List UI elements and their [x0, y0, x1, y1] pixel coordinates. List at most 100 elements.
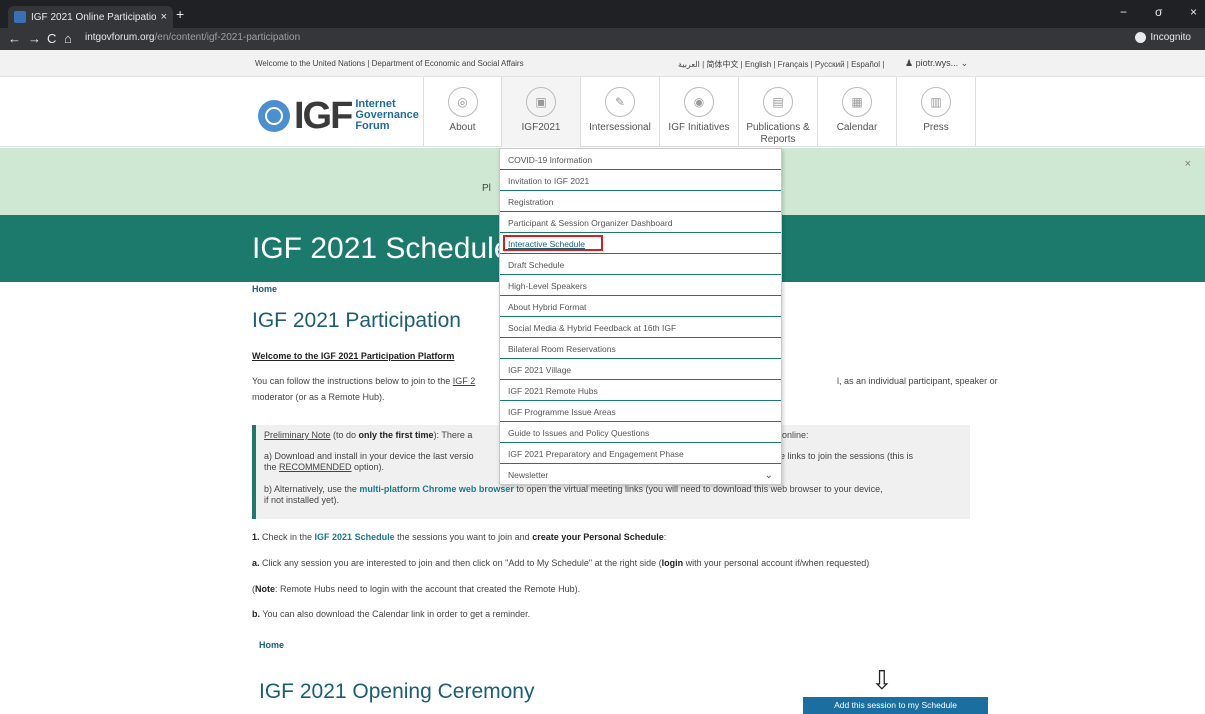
- dropdown-item-invitation[interactable]: Invitation to IGF 2021: [500, 170, 781, 191]
- main-menu: ◎ About ▣ IGF2021 ✎ Intersessional ◉ IGF Ini…: [423, 77, 976, 147]
- login-text: login: [661, 558, 684, 568]
- browser-tab-bar: IGF 2021 Online Participation | In × + −…: [0, 0, 1205, 28]
- dropdown-item-issue-areas[interactable]: IGF Programme Issue Areas: [500, 401, 781, 422]
- intersessional-icon: ✎: [605, 87, 635, 117]
- step-b: b. You can also download the Calendar li…: [252, 609, 530, 619]
- back-icon[interactable]: ←: [8, 31, 21, 46]
- maximize-icon[interactable]: σ: [1155, 5, 1162, 19]
- publications-icon: ▤: [763, 87, 793, 117]
- schedule-link[interactable]: IGF 2021 Schedule: [315, 532, 395, 542]
- down-arrow-icon: ⇩: [871, 665, 893, 695]
- tab-close-icon[interactable]: ×: [161, 11, 167, 23]
- menu-label: Calendar: [836, 122, 878, 133]
- browser-tab[interactable]: IGF 2021 Online Participation | In ×: [8, 6, 173, 28]
- note-line-2: a) Download and install in your device t…: [264, 451, 474, 461]
- intro-line-1: You can follow the instructions below to…: [252, 376, 475, 386]
- igf2021-dropdown-menu: COVID-19 Information Invitation to IGF 2…: [499, 148, 782, 485]
- logo-subtitle: Internet Governance Forum: [355, 99, 419, 132]
- intro-line-1b: l, as an individual participant, speaker…: [837, 376, 998, 386]
- dropdown-item-registration[interactable]: Registration: [500, 191, 781, 212]
- dropdown-item-village[interactable]: IGF 2021 Village: [500, 359, 781, 380]
- about-icon: ◎: [447, 87, 478, 117]
- incognito-label: Incognito: [1150, 32, 1191, 43]
- user-menu[interactable]: ♟ piotr.wys... ⌄: [905, 58, 968, 69]
- step-a-text-b: with your personal account if/when reque…: [683, 558, 870, 568]
- breadcrumb-2[interactable]: Home: [259, 640, 284, 650]
- chevron-down-icon[interactable]: ⌄: [765, 470, 773, 481]
- new-tab-button[interactable]: +: [176, 6, 184, 22]
- note-bold: only the first time: [358, 430, 434, 440]
- minimize-icon[interactable]: −: [1120, 5, 1127, 19]
- menu-item-igf-initiatives[interactable]: ◉ IGF Initiatives: [660, 77, 739, 147]
- note-line-4b: to open the virtual meeting links (you w…: [513, 484, 883, 494]
- igf-link[interactable]: IGF 2: [453, 376, 476, 386]
- close-window-icon[interactable]: ×: [1190, 5, 1197, 19]
- tab-title: IGF 2021 Online Participation | In: [31, 11, 156, 23]
- dropdown-item-hybrid-format[interactable]: About Hybrid Format: [500, 296, 781, 317]
- menu-item-about[interactable]: ◎ About: [423, 77, 502, 147]
- logo-igf-text: IGF: [294, 94, 353, 137]
- step-1-bold: create your Personal Schedule: [532, 532, 664, 542]
- calendar-icon: ▦: [842, 87, 872, 117]
- note2-bold: Note: [255, 584, 275, 594]
- note2-b: : Remote Hubs need to login with the acc…: [275, 584, 581, 594]
- menu-item-press[interactable]: ▥ Press: [897, 77, 976, 147]
- url-field[interactable]: intgovforum.org/en/content/igf-2021-part…: [85, 32, 300, 43]
- reload-icon[interactable]: C: [47, 31, 56, 46]
- step-b-text: You can also download the Calendar link …: [260, 609, 531, 619]
- menu-item-igf2021[interactable]: ▣ IGF2021: [502, 77, 581, 147]
- logo-line-3: Forum: [355, 120, 390, 132]
- un-welcome-text[interactable]: Welcome to the United Nations | Departme…: [255, 59, 524, 68]
- opening-ceremony-heading: IGF 2021 Opening Ceremony: [259, 680, 535, 703]
- dropdown-item-dashboard[interactable]: Participant & Session Organizer Dashboar…: [500, 212, 781, 233]
- dropdown-item-social-media[interactable]: Social Media & Hybrid Feedback at 16th I…: [500, 317, 781, 338]
- igf-logo[interactable]: IGF Internet Governance Forum: [258, 94, 419, 137]
- dropdown-item-preparatory[interactable]: IGF 2021 Preparatory and Engagement Phas…: [500, 443, 781, 464]
- dropdown-item-newsletter[interactable]: Newsletter ⌄: [500, 464, 781, 485]
- dropdown-item-remote-hubs[interactable]: IGF 2021 Remote Hubs: [500, 380, 781, 401]
- step-1-num: 1.: [252, 532, 260, 542]
- welcome-heading: Welcome to the IGF 2021 Participation Pl…: [252, 351, 455, 361]
- menu-item-calendar[interactable]: ▦ Calendar: [818, 77, 897, 147]
- dropdown-item-draft-schedule[interactable]: Draft Schedule: [500, 254, 781, 275]
- step-a-num: a.: [252, 558, 260, 568]
- un-globe-icon: [258, 99, 290, 132]
- step-a-text: Click any session you are interested to …: [259, 558, 662, 568]
- step-b-num: b.: [252, 609, 260, 619]
- intro-line-2: moderator (or as a Remote Hub).: [252, 392, 385, 402]
- notice-close-icon[interactable]: ×: [1185, 158, 1191, 170]
- initiatives-icon: ◉: [684, 87, 714, 117]
- url-domain: intgovforum.org: [85, 32, 155, 43]
- note-line-3: the RECOMMENDED option).: [264, 462, 384, 472]
- forward-icon[interactable]: →: [28, 31, 41, 46]
- menu-label: Intersessional: [589, 122, 651, 133]
- page-title: IGF 2021 Schedule: [252, 232, 511, 265]
- dropdown-item-guide[interactable]: Guide to Issues and Policy Questions: [500, 422, 781, 443]
- breadcrumb[interactable]: Home: [252, 284, 277, 294]
- note-a: (to do: [330, 430, 359, 440]
- menu-label: About: [449, 122, 476, 133]
- note-line-5: if not installed yet).: [264, 495, 340, 505]
- menu-item-publications[interactable]: ▤ Publications & Reports: [739, 77, 818, 147]
- dropdown-item-bilateral-rooms[interactable]: Bilateral Room Reservations: [500, 338, 781, 359]
- menu-label: Press: [923, 122, 949, 133]
- note-line-4a: b) Alternatively, use the: [264, 484, 360, 494]
- incognito-indicator[interactable]: Incognito: [1135, 32, 1191, 43]
- dropdown-item-covid[interactable]: COVID-19 Information: [500, 149, 781, 170]
- menu-item-intersessional[interactable]: ✎ Intersessional: [581, 77, 660, 147]
- note-line-4: b) Alternatively, use the multi-platform…: [264, 484, 883, 494]
- chrome-browser-link[interactable]: multi-platform Chrome web browser: [359, 484, 514, 494]
- home-icon[interactable]: ⌂: [64, 31, 72, 46]
- dropdown-item-speakers[interactable]: High-Level Speakers: [500, 275, 781, 296]
- intro-text-a: You can follow the instructions below to…: [252, 376, 453, 386]
- un-top-bar: Welcome to the United Nations | Departme…: [0, 50, 1205, 77]
- note-line-3a: the: [264, 462, 280, 472]
- step-1-c: :: [663, 532, 667, 542]
- menu-label: IGF Initiatives: [668, 122, 730, 133]
- language-switcher[interactable]: العربية | 简体中文 | English | Français | Ру…: [678, 59, 884, 70]
- add-to-schedule-button[interactable]: Add this session to my Schedule: [803, 697, 988, 714]
- note-line-3b: option).: [351, 462, 385, 472]
- step-a: a. Click any session you are interested …: [252, 558, 869, 568]
- note-line-2b: e links to join the sessions (this is: [780, 451, 914, 461]
- igf2021-icon: ▣: [526, 87, 556, 117]
